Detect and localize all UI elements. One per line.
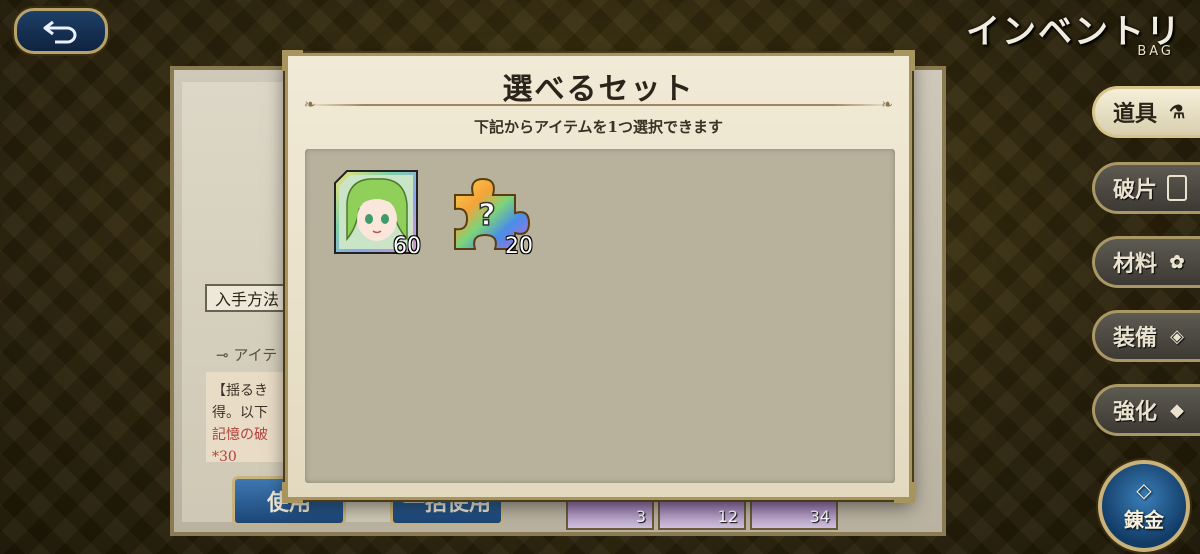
tab-label: 道具 xyxy=(1113,101,1158,127)
item-random-puzzle-piece[interactable]: ? 20 xyxy=(445,169,533,259)
item-section-text: アイテ xyxy=(233,346,278,364)
item-section-label: ⊸ アイテ xyxy=(216,346,278,364)
tab-label: 装備 xyxy=(1113,325,1158,351)
tab-materials[interactable]: 材料 ✿ xyxy=(1092,236,1200,288)
divider xyxy=(306,104,891,106)
page-subtitle: BAG xyxy=(1137,44,1174,59)
desc-line: 【揺るき xyxy=(212,383,268,399)
enhance-icon: ◆ xyxy=(1170,399,1184,421)
inventory-slot[interactable]: 3 xyxy=(566,496,654,530)
flask-icon: ⚗ xyxy=(1168,101,1186,123)
shard-icon xyxy=(1167,175,1188,201)
selectable-set-dialog: 選べるセット ❧ ❧ 下記からアイテムを1つ選択できます 60 ? 20 xyxy=(282,50,915,503)
equipment-icon: ◈ xyxy=(1170,325,1184,347)
item-character-shard[interactable]: 60 xyxy=(333,169,421,259)
tab-label: 材料 xyxy=(1113,251,1158,277)
item-count: 20 xyxy=(505,234,533,259)
item-description: 【揺るき 得。以下 記憶の破 *30 xyxy=(206,372,296,465)
desc-line: *30 xyxy=(212,449,237,465)
tab-enhance[interactable]: 強化 ◆ xyxy=(1092,384,1200,436)
dialog-title: 選べるセット xyxy=(502,72,695,107)
item-choice-grid: 60 ? 20 xyxy=(305,149,895,483)
corner-ornament xyxy=(282,482,303,503)
back-arrow-icon xyxy=(43,20,77,44)
inventory-slot[interactable]: 12 xyxy=(658,496,746,530)
alchemy-button[interactable]: ◇ 錬金 xyxy=(1098,460,1190,552)
dialog-subtitle: 下記からアイテムを1つ選択できます xyxy=(474,118,723,136)
corner-ornament xyxy=(894,482,915,503)
back-button[interactable] xyxy=(14,8,108,54)
alchemy-label: 錬金 xyxy=(1124,507,1164,532)
tab-label: 破片 xyxy=(1113,177,1158,203)
gem-icon: ◇ xyxy=(1136,477,1152,502)
flower-icon: ✿ xyxy=(1169,251,1185,273)
item-count: 60 xyxy=(393,234,421,259)
svg-text:?: ? xyxy=(478,198,495,233)
divider-ornament-icon: ❧ xyxy=(881,97,893,113)
desc-line: 得。以下 xyxy=(212,405,268,421)
divider-ornament-icon: ❧ xyxy=(304,97,316,113)
tab-equipment[interactable]: 装備 ◈ xyxy=(1092,310,1200,362)
desc-line: 記憶の破 xyxy=(212,427,268,443)
tab-shards[interactable]: 破片 xyxy=(1092,162,1200,214)
tab-label: 強化 xyxy=(1113,399,1158,425)
inventory-slot[interactable]: 34 xyxy=(750,496,838,530)
tab-tools[interactable]: 道具 ⚗ xyxy=(1092,86,1200,138)
